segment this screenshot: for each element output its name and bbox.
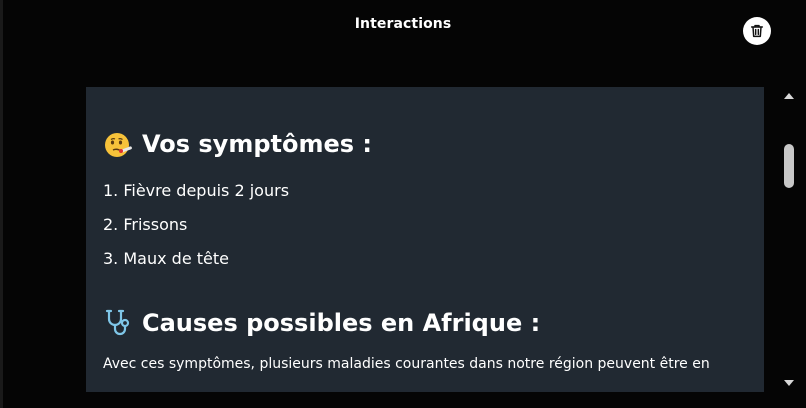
left-border <box>0 0 3 408</box>
list-item: 2. Frissons <box>103 215 188 234</box>
symptoms-heading-text: Vos symptômes : <box>142 130 372 158</box>
page-title: Interactions <box>354 16 452 32</box>
list-item: 1. Fièvre depuis 2 jours <box>103 181 290 200</box>
scrollbar[interactable] <box>780 87 798 392</box>
arrow-up-icon[interactable] <box>784 93 794 99</box>
causes-paragraph: Avec ces symptômes, plusieurs maladies c… <box>103 356 710 372</box>
scroll-thumb[interactable] <box>784 144 794 188</box>
face-with-thermometer-icon <box>103 129 133 159</box>
arrow-down-icon[interactable] <box>784 380 794 386</box>
causes-heading-text: Causes possibles en Afrique : <box>142 309 541 337</box>
delete-button[interactable] <box>743 17 771 45</box>
symptoms-heading: Vos symptômes : <box>103 127 743 161</box>
causes-heading: Causes possibles en Afrique : <box>103 306 743 340</box>
list-item: 3. Maux de tête <box>103 249 229 268</box>
stethoscope-icon <box>103 308 133 338</box>
interactions-window: Interactions Vos symptômes: 1. Fièvre d… <box>0 0 806 408</box>
symptom-list: 1. Fièvre depuis 2 jours 2. Frissons 3. … <box>103 174 743 276</box>
message-content: Vos symptômes : 1. Fièvre depuis 2 jours… <box>103 127 743 374</box>
trash-icon <box>750 24 764 38</box>
message-panel: Vos symptômes : 1. Fièvre depuis 2 jours… <box>86 87 764 392</box>
